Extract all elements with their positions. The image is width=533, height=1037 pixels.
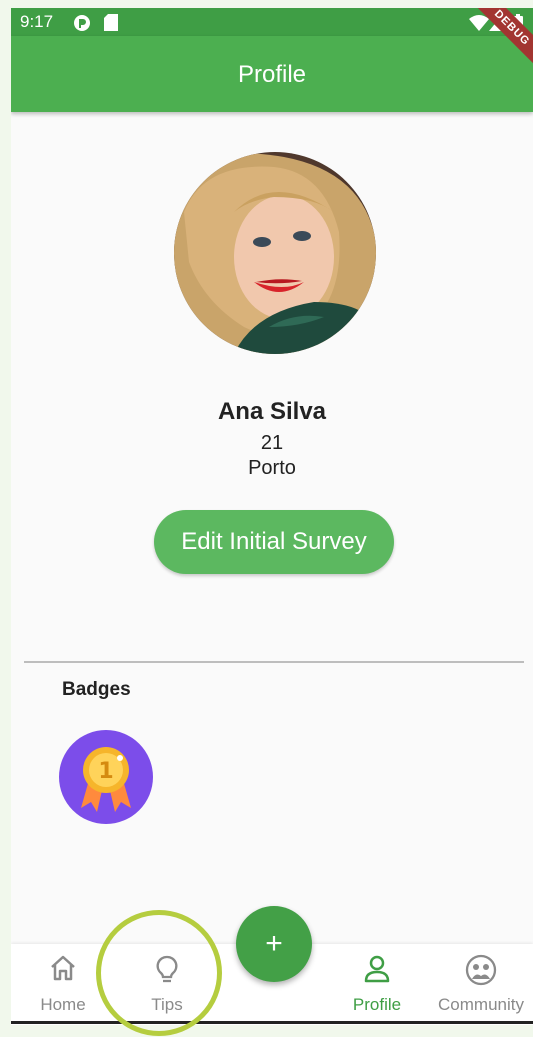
section-divider (24, 661, 524, 663)
badge-first-place[interactable]: 1 (59, 730, 153, 824)
nav-home-label: Home (40, 995, 86, 1014)
add-fab-button[interactable]: + (236, 906, 312, 982)
profile-city: Porto (248, 457, 296, 479)
edit-initial-survey-button[interactable]: Edit Initial Survey (154, 510, 394, 574)
profile-name: Ana Silva (217, 398, 327, 425)
profile-age: 21 (260, 432, 284, 454)
nav-home[interactable]: Home (11, 944, 115, 1025)
nav-tips[interactable]: Tips (115, 944, 219, 1025)
status-time: 9:17 (20, 12, 54, 31)
profile-photo (174, 152, 376, 354)
nav-community-label: Community (438, 995, 524, 1014)
status-bar: 9:17 (11, 8, 533, 36)
nav-community[interactable]: Community (429, 944, 533, 1025)
page-title: Profile (237, 61, 307, 88)
nav-profile-label: Profile (352, 995, 402, 1014)
nav-tips-label: Tips (151, 995, 183, 1014)
first-place-medal-icon: 1 (81, 747, 131, 812)
home-icon (51, 955, 75, 981)
badges-heading: Badges (62, 679, 131, 700)
person-icon (364, 955, 390, 983)
phone-screen: 9:17 Profile DEBUG Ana Silva 21 Porto Ed… (11, 8, 533, 1025)
sd-card-icon (104, 14, 118, 31)
svg-text:1: 1 (98, 759, 113, 784)
app-bar: Profile (11, 36, 533, 112)
bottom-edge (11, 1021, 533, 1024)
lightbulb-icon (156, 955, 178, 983)
community-icon (465, 954, 497, 986)
avatar[interactable] (174, 152, 376, 354)
app-notification-icon (74, 15, 90, 31)
nav-profile[interactable]: Profile (325, 944, 429, 1025)
